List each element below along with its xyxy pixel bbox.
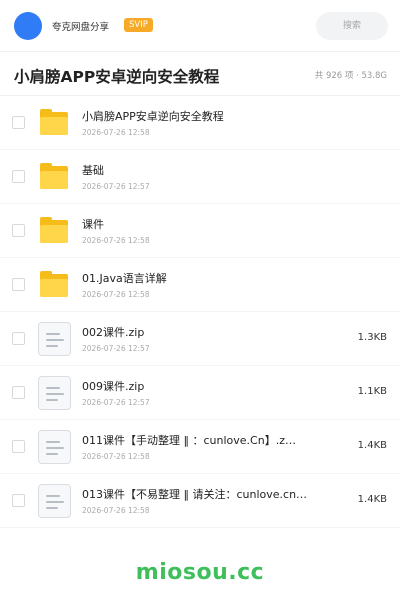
checkbox[interactable] bbox=[12, 116, 25, 129]
folder-icon bbox=[40, 109, 68, 135]
list-item[interactable]: 013课件【不易整理 ‖ 请关注：cunlove.cn… 2026-07-26 … bbox=[0, 474, 400, 528]
file-date: 2026-07-26 12:58 bbox=[82, 236, 150, 245]
file-date: 2026-07-26 12:58 bbox=[82, 128, 150, 137]
file-icon bbox=[38, 322, 71, 356]
file-date: 2026-07-26 12:57 bbox=[82, 398, 150, 407]
file-date: 2026-07-26 12:57 bbox=[82, 182, 150, 191]
file-date: 2026-07-26 12:58 bbox=[82, 452, 150, 461]
file-name: 01.Java语言详解 bbox=[82, 272, 167, 285]
checkbox[interactable] bbox=[12, 332, 25, 345]
avatar[interactable] bbox=[14, 12, 42, 40]
file-date: 2026-07-26 12:58 bbox=[82, 290, 150, 299]
file-date: 2026-07-26 12:58 bbox=[82, 506, 150, 515]
file-icon bbox=[38, 376, 71, 410]
file-name: 002课件.zip bbox=[82, 326, 145, 339]
file-icon bbox=[38, 430, 71, 464]
top-header: 夸克网盘分享 SVIP 搜索 bbox=[0, 0, 400, 52]
list-item[interactable]: 011课件【手动整理 ‖ ：cunlove.Cn】.z… 2026-07-26 … bbox=[0, 420, 400, 474]
file-size: 1.4KB bbox=[357, 494, 387, 505]
list-item[interactable]: 009课件.zip 2026-07-26 12:57 1.1KB bbox=[0, 366, 400, 420]
folder-icon bbox=[40, 271, 68, 297]
checkbox[interactable] bbox=[12, 494, 25, 507]
file-date: 2026-07-26 12:57 bbox=[82, 344, 150, 353]
file-size: 1.3KB bbox=[357, 332, 387, 343]
file-name: 013课件【不易整理 ‖ 请关注：cunlove.cn… bbox=[82, 488, 308, 501]
list-item[interactable]: 基础 2026-07-26 12:57 bbox=[0, 150, 400, 204]
list-item[interactable]: 002课件.zip 2026-07-26 12:57 1.3KB bbox=[0, 312, 400, 366]
checkbox[interactable] bbox=[12, 170, 25, 183]
search-button[interactable]: 搜索 bbox=[316, 12, 388, 40]
file-name: 009课件.zip bbox=[82, 380, 145, 393]
page-title: 小肩膀APP安卓逆向安全教程 bbox=[14, 68, 220, 86]
folder-icon bbox=[40, 217, 68, 243]
checkbox[interactable] bbox=[12, 278, 25, 291]
checkbox[interactable] bbox=[12, 224, 25, 237]
file-name: 课件 bbox=[82, 218, 104, 231]
file-list: 小肩膀APP安卓逆向安全教程 2026-07-26 12:58 基础 2026-… bbox=[0, 96, 400, 528]
list-item[interactable]: 01.Java语言详解 2026-07-26 12:58 bbox=[0, 258, 400, 312]
file-name: 小肩膀APP安卓逆向安全教程 bbox=[82, 110, 224, 123]
file-size: 1.4KB bbox=[357, 440, 387, 451]
folder-title-bar: 小肩膀APP安卓逆向安全教程 共 926 项 · 53.8G bbox=[0, 52, 400, 96]
username[interactable]: 夸克网盘分享 bbox=[52, 19, 109, 33]
checkbox[interactable] bbox=[12, 440, 25, 453]
file-icon bbox=[38, 484, 71, 518]
svip-badge: SVIP bbox=[124, 18, 153, 32]
list-item[interactable]: 课件 2026-07-26 12:58 bbox=[0, 204, 400, 258]
list-item[interactable]: 小肩膀APP安卓逆向安全教程 2026-07-26 12:58 bbox=[0, 96, 400, 150]
file-name: 011课件【手动整理 ‖ ：cunlove.Cn】.z… bbox=[82, 434, 296, 447]
folder-icon bbox=[40, 163, 68, 189]
file-name: 基础 bbox=[82, 164, 104, 177]
checkbox[interactable] bbox=[12, 386, 25, 399]
watermark: miosou.cc bbox=[135, 560, 265, 585]
folder-meta: 共 926 项 · 53.8G bbox=[314, 71, 387, 81]
file-size: 1.1KB bbox=[357, 386, 387, 397]
